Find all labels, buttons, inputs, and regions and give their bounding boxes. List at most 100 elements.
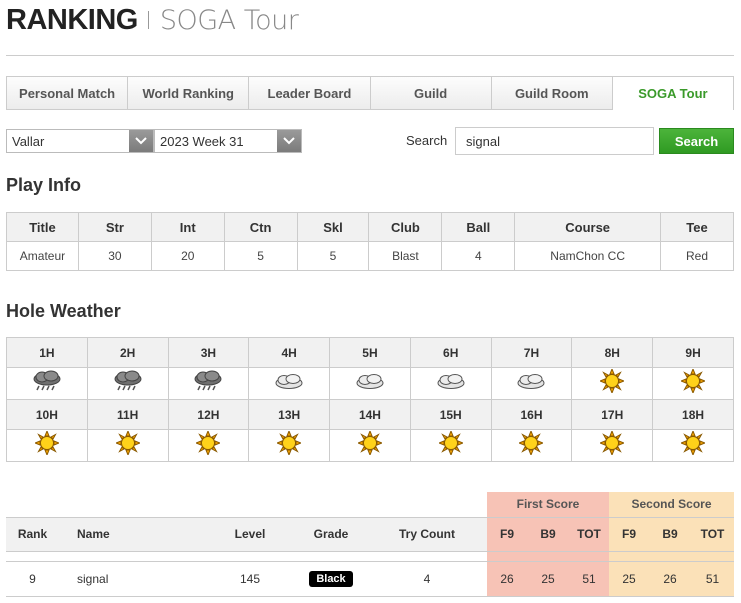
tab-soga-tour[interactable]: SOGA Tour — [612, 77, 734, 110]
page-subtitle: SOGA Tour — [159, 4, 299, 36]
first-b9-header: B9 — [527, 516, 569, 552]
second-tot-cell: 51 — [691, 560, 734, 597]
second-score-group: Second Score — [609, 492, 734, 517]
grade-cell: Black — [295, 560, 367, 597]
hole-label-row: 1H 2H 3H 4H 5H 6H 7H 8H 9H — [6, 337, 734, 368]
play-info-value: 30 — [77, 241, 152, 271]
hole-weather-cell — [571, 367, 654, 400]
week-select-value: 2023 Week 31 — [160, 133, 244, 149]
hole-label: 18H — [652, 399, 734, 430]
hole-label: 15H — [409, 399, 492, 430]
sun-icon — [356, 429, 384, 460]
second-tot-header: TOT — [691, 516, 734, 552]
hole-label: 14H — [329, 399, 411, 430]
hole-weather-cell — [490, 429, 573, 462]
rank-cell: 9 — [6, 560, 59, 597]
level-header: Level — [205, 516, 295, 552]
hole-weather-cell — [6, 367, 88, 400]
second-f9-cell: 25 — [609, 560, 649, 597]
play-info-value: Red — [660, 241, 734, 271]
hole-weather-cell — [652, 367, 734, 400]
hole-icon-row — [6, 367, 734, 400]
second-b9-cell: 26 — [649, 560, 691, 597]
sun-icon — [195, 429, 222, 460]
ranking-header-row: Rank Name Level Grade Try Count F9 B9 TO… — [6, 516, 734, 552]
play-info-value-row: Amateur 30 20 5 5 Blast 4 NamChon CC Red — [6, 241, 734, 271]
chevron-down-icon[interactable] — [129, 130, 153, 152]
score-group-row: First Score Second Score — [6, 492, 734, 517]
play-info-header: Skl — [296, 212, 370, 242]
tab-guild[interactable]: Guild — [370, 77, 492, 109]
second-b9-header: B9 — [649, 516, 691, 552]
hole-label: 10H — [6, 399, 88, 430]
play-info-header: Str — [77, 212, 152, 242]
play-info-header: Title — [6, 212, 79, 242]
week-select[interactable]: 2023 Week 31 — [154, 129, 302, 153]
play-info-value: 5 — [296, 241, 370, 271]
tab-guild-room[interactable]: Guild Room — [491, 77, 613, 109]
sun-icon — [679, 367, 707, 398]
grade-badge: Black — [309, 570, 353, 587]
play-info-value: NamChon CC — [514, 241, 662, 271]
play-info-value: 20 — [150, 241, 225, 271]
hole-weather-table: 1H 2H 3H 4H 5H 6H 7H 8H 9H 10H 11H 12H 13H 14H 15H 16H 1… — [6, 337, 734, 462]
hole-weather-cell — [490, 367, 573, 400]
hole-label: 3H — [167, 337, 250, 368]
hole-label: 8H — [571, 337, 654, 368]
tab-world-ranking[interactable]: World Ranking — [128, 77, 250, 109]
hole-weather-cell — [248, 429, 331, 462]
first-f9-cell: 26 — [487, 560, 527, 597]
hole-weather-cell — [248, 367, 331, 400]
play-info-header: Ball — [441, 212, 516, 242]
play-info-table: Title Str Int Ctn Skl Club Ball Course T… — [6, 212, 734, 271]
hole-icon-row — [6, 429, 734, 462]
hole-weather-cell — [409, 429, 492, 462]
hole-weather-cell — [86, 429, 169, 462]
play-info-header: Int — [150, 212, 225, 242]
header-divider — [147, 11, 149, 29]
sun-icon — [518, 429, 545, 460]
hole-label: 6H — [409, 337, 492, 368]
page-logo: RANKING — [6, 3, 138, 36]
rain-cloud-icon — [192, 370, 224, 397]
tab-leader-board[interactable]: Leader Board — [249, 77, 371, 109]
hole-weather-cell — [6, 429, 88, 462]
hole-weather-cell — [329, 367, 411, 400]
cloud-icon — [274, 372, 304, 395]
second-f9-header: F9 — [609, 516, 649, 552]
sun-icon — [33, 429, 61, 460]
sun-icon — [598, 367, 626, 398]
play-info-value: 5 — [223, 241, 298, 271]
hole-weather-cell — [652, 429, 734, 462]
table-row[interactable]: 9 signal 145 Black 4 26 25 51 25 26 51 — [6, 560, 734, 597]
tab-personal-match[interactable]: Personal Match — [7, 77, 129, 109]
hole-weather-cell — [167, 429, 250, 462]
sun-icon — [598, 429, 626, 460]
play-info-header: Club — [368, 212, 443, 242]
name-header: Name — [59, 516, 205, 552]
hole-weather-cell — [167, 367, 250, 400]
play-info-value: Blast — [368, 241, 443, 271]
first-tot-cell: 51 — [569, 560, 609, 597]
hole-label: 2H — [86, 337, 169, 368]
sun-icon — [114, 429, 141, 460]
search-input[interactable] — [455, 127, 654, 155]
first-tot-header: TOT — [569, 516, 609, 552]
page-header: RANKING SOGA Tour — [6, 2, 299, 38]
hole-weather-cell — [86, 367, 169, 400]
rain-cloud-icon — [112, 370, 144, 397]
cloud-icon — [355, 372, 385, 395]
play-info-header-row: Title Str Int Ctn Skl Club Ball Course T… — [6, 212, 734, 242]
try-count-header: Try Count — [367, 516, 487, 552]
sun-icon — [275, 429, 303, 460]
header-rule — [6, 55, 734, 56]
hole-weather-cell — [329, 429, 411, 462]
sun-icon — [679, 429, 707, 460]
hole-label: 1H — [6, 337, 88, 368]
search-button[interactable]: Search — [659, 128, 734, 154]
server-select[interactable]: Vallar — [6, 129, 154, 153]
chevron-down-icon[interactable] — [277, 130, 301, 152]
hole-label: 13H — [248, 399, 331, 430]
server-select-value: Vallar — [12, 133, 45, 149]
cloud-icon — [516, 372, 546, 395]
